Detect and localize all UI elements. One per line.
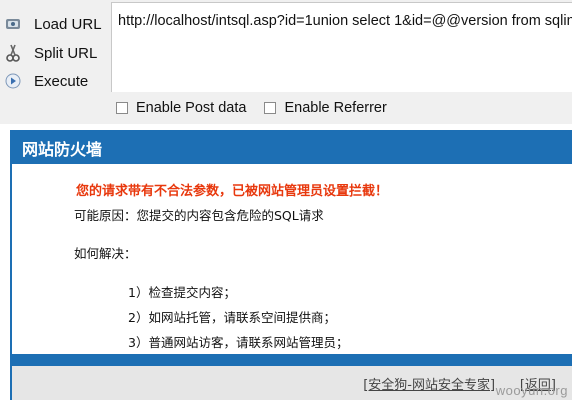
watermark: wooyun.org [495, 383, 568, 398]
load-url-button[interactable]: Load URL [0, 11, 110, 37]
load-url-label: Load URL [34, 15, 102, 33]
hackbar-toolbar: Load URL Split URL Execute http://localh… [0, 0, 572, 124]
play-icon [0, 68, 26, 94]
safedog-link[interactable]: [安全狗-网站安全专家] [363, 378, 495, 393]
enable-referrer-option[interactable]: Enable Referrer [264, 100, 387, 116]
firewall-header: 网站防火墙 [10, 132, 572, 164]
enable-referrer-label: Enable Referrer [284, 100, 387, 116]
split-url-label: Split URL [34, 44, 98, 62]
execute-button[interactable]: Execute [0, 68, 110, 94]
step-item: 2）如网站托管，请联系空间提供商； [128, 310, 336, 325]
step-item: 3）普通网站访客，请联系网站管理员； [128, 335, 349, 350]
scissors-icon [0, 40, 26, 66]
url-value: http://localhost/intsql.asp?id=1union se… [118, 13, 572, 29]
firewall-content: 您的请求带有不合法参数，已被网站管理员设置拦截！ 可能原因：您提交的内容包含危险… [12, 164, 572, 354]
url-textarea[interactable]: http://localhost/intsql.asp?id=1union se… [111, 2, 572, 92]
how-to-heading: 如何解决： [74, 246, 137, 261]
enable-post-option[interactable]: Enable Post data [116, 100, 246, 116]
enable-post-label: Enable Post data [136, 100, 247, 116]
split-url-button[interactable]: Split URL [0, 40, 110, 66]
enable-referrer-checkbox[interactable] [264, 102, 277, 114]
block-reason: 可能原因：您提交的内容包含危险的SQL请求 [74, 208, 324, 223]
execute-label: Execute [34, 72, 89, 90]
hackbar-options: Enable Post data Enable Referrer [116, 98, 405, 118]
load-url-icon [0, 11, 26, 37]
step-item: 1）检查提交内容； [128, 285, 236, 300]
firewall-footer: [安全狗-网站安全专家] [返回] [12, 366, 572, 400]
block-warning: 您的请求带有不合法参数，已被网站管理员设置拦截！ [76, 184, 389, 199]
firewall-title: 网站防火墙 [22, 140, 103, 159]
enable-post-checkbox[interactable] [116, 102, 128, 114]
hackbar-actions: Load URL Split URL Execute [0, 0, 110, 95]
